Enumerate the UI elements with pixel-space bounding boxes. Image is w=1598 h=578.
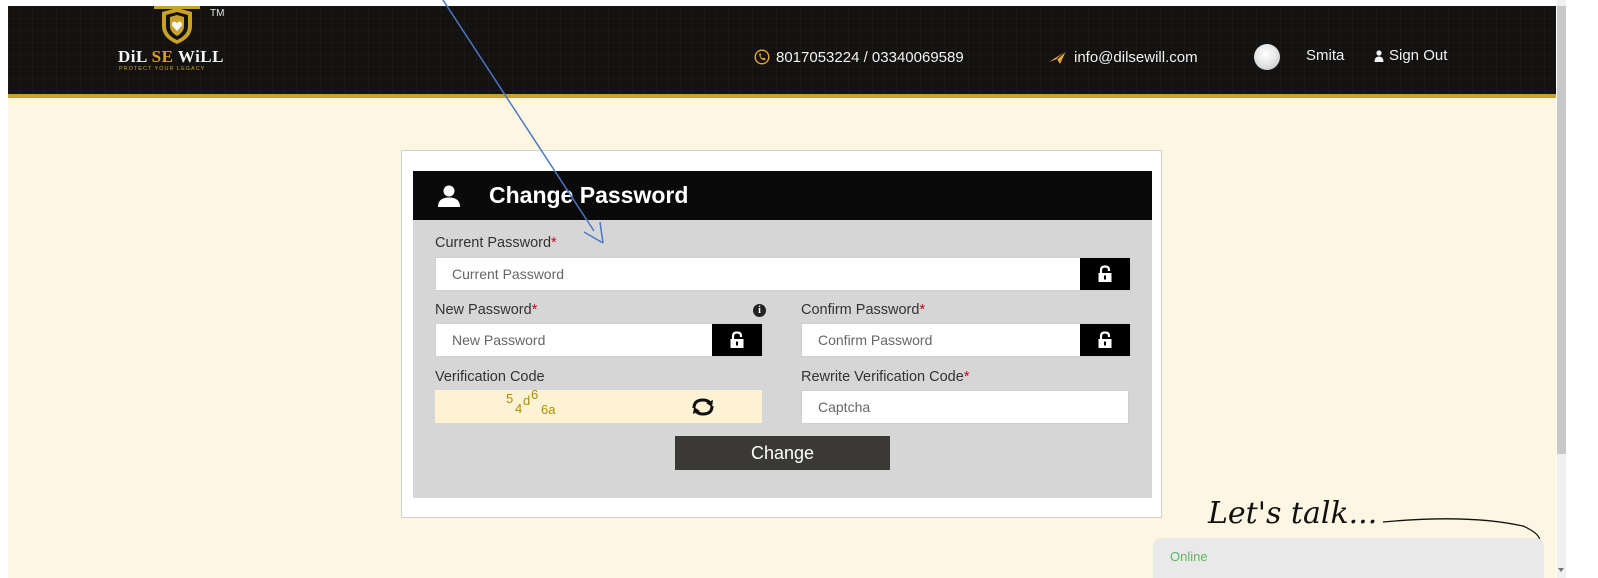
change-password-card: Change Password Current Password* New Pa… bbox=[401, 150, 1162, 518]
refresh-icon bbox=[692, 398, 714, 416]
required-marker: * bbox=[919, 302, 926, 318]
confirm-password-input[interactable] bbox=[802, 324, 1080, 356]
scroll-down-arrow-icon[interactable] bbox=[1558, 568, 1564, 572]
phone-numbers: 8017053224 / 03340069589 bbox=[776, 48, 964, 66]
lock-icon bbox=[730, 331, 744, 348]
captcha-field bbox=[801, 390, 1129, 424]
avatar[interactable] bbox=[1254, 44, 1280, 70]
new-password-label: New Password* bbox=[435, 302, 537, 318]
sign-out-label: Sign Out bbox=[1389, 47, 1448, 64]
current-password-field bbox=[435, 257, 1131, 291]
brand-name-part1: DiL bbox=[118, 47, 152, 66]
current-password-lock-button[interactable] bbox=[1080, 258, 1130, 290]
new-password-input[interactable] bbox=[436, 324, 712, 356]
trademark-label: TM bbox=[210, 8, 225, 19]
captcha-char: 5 bbox=[506, 391, 514, 406]
scrollbar-thumb[interactable] bbox=[1557, 6, 1566, 454]
top-header: TM DiL SE WiLL PROTECT YOUR LEGACY 80170… bbox=[8, 6, 1556, 94]
user-icon bbox=[437, 185, 461, 207]
current-password-input[interactable] bbox=[436, 258, 1080, 290]
shield-heart-icon bbox=[154, 6, 200, 44]
required-marker: * bbox=[551, 235, 557, 251]
rewrite-code-label: Rewrite Verification Code* bbox=[801, 369, 969, 385]
page-title: Change Password bbox=[489, 182, 689, 208]
confirm-password-label-text: Confirm Password bbox=[801, 302, 920, 318]
user-name[interactable]: Smita bbox=[1306, 47, 1344, 64]
change-button[interactable]: Change bbox=[675, 436, 890, 470]
rewrite-code-label-text: Rewrite Verification Code bbox=[801, 369, 964, 385]
phone-contact[interactable]: 8017053224 / 03340069589 bbox=[754, 46, 964, 68]
brand-name: DiL SE WiLL bbox=[118, 47, 224, 67]
brand-logo[interactable]: TM DiL SE WiLL PROTECT YOUR LEGACY bbox=[118, 6, 248, 86]
brand-tagline: PROTECT YOUR LEGACY bbox=[119, 66, 206, 72]
refresh-captcha-button[interactable] bbox=[686, 394, 720, 420]
lets-talk-widget[interactable]: Let's talk... bbox=[1178, 490, 1548, 551]
chat-bar[interactable]: Online bbox=[1153, 538, 1544, 578]
email-address: info@dilsewill.com bbox=[1074, 48, 1198, 66]
captcha-input[interactable] bbox=[802, 391, 1128, 423]
brand-name-part3: WiLL bbox=[173, 47, 224, 66]
new-password-label-text: New Password bbox=[435, 302, 532, 318]
scrollbar[interactable] bbox=[1556, 0, 1598, 578]
info-icon[interactable]: i bbox=[753, 304, 766, 317]
current-password-label: Current Password* bbox=[435, 235, 557, 251]
panel-header: Change Password bbox=[413, 171, 1152, 220]
confirm-password-lock-button[interactable] bbox=[1080, 324, 1130, 356]
sign-out-link[interactable]: Sign Out bbox=[1374, 47, 1447, 64]
captcha-char: 4 bbox=[515, 401, 523, 416]
info-glyph: i bbox=[758, 305, 761, 316]
required-marker: * bbox=[963, 369, 970, 385]
confirm-password-field bbox=[801, 323, 1131, 357]
captcha-char: d bbox=[523, 393, 531, 408]
current-password-label-text: Current Password bbox=[435, 235, 552, 251]
phone-icon bbox=[754, 49, 770, 65]
captcha-char: 6a bbox=[541, 402, 556, 417]
new-password-field bbox=[435, 323, 763, 357]
verification-code-label: Verification Code bbox=[435, 369, 545, 385]
change-password-panel: Change Password Current Password* New Pa… bbox=[413, 171, 1152, 498]
required-marker: * bbox=[531, 302, 538, 318]
paper-plane-icon bbox=[1048, 49, 1068, 65]
user-icon bbox=[1374, 49, 1384, 62]
lock-icon bbox=[1098, 265, 1112, 282]
lock-icon bbox=[1098, 331, 1112, 348]
email-contact[interactable]: info@dilsewill.com bbox=[1048, 46, 1198, 68]
confirm-password-label: Confirm Password* bbox=[801, 302, 925, 318]
chat-status: Online bbox=[1170, 549, 1208, 564]
new-password-lock-button[interactable] bbox=[712, 324, 762, 356]
captcha-char: 6 bbox=[531, 387, 539, 402]
brand-name-part2: SE bbox=[151, 47, 174, 66]
